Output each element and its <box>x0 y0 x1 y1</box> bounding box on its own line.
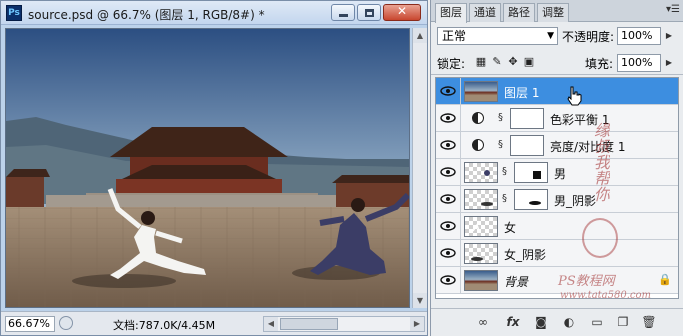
link-icon: § <box>498 112 503 123</box>
maximize-button[interactable] <box>357 4 381 21</box>
new-group-icon[interactable]: ▭ <box>589 314 605 330</box>
link-layers-icon[interactable]: ∞ <box>475 314 491 330</box>
blend-mode-select[interactable]: 正常 ▼ <box>437 27 558 45</box>
close-icon: ✕ <box>396 4 408 18</box>
layer-row[interactable]: § 男 <box>436 159 678 186</box>
vertical-scrollbar[interactable]: ▲ ▼ <box>412 28 427 308</box>
status-bar: 66.67% 文档:787.0K/4.45M ◀ ▶ <box>1 311 427 335</box>
layer-row[interactable]: § 色彩平衡 1 <box>436 105 678 132</box>
horizontal-scrollbar[interactable]: ◀ ▶ <box>263 316 425 332</box>
layer-row[interactable]: § 亮度/对比度 1 <box>436 132 678 159</box>
fill-dropdown-icon[interactable]: ▶ <box>663 54 675 72</box>
layer-name: 色彩平衡 1 <box>550 113 610 127</box>
layer-name: 亮度/对比度 1 <box>550 140 626 154</box>
layer-thumbnail <box>464 81 498 102</box>
layer-row[interactable]: 图层 1 <box>436 78 678 105</box>
delete-layer-icon[interactable]: 🗑 <box>641 314 657 330</box>
image-canvas[interactable] <box>5 28 410 308</box>
lock-all-icon[interactable]: ▣ <box>523 56 535 68</box>
lock-transparent-icon[interactable]: ▦ <box>475 56 487 68</box>
layer-name: 男 <box>554 167 567 181</box>
layers-panel: 图层 通道 路径 调整 ▾☰ 正常 ▼ 不透明度: 100% ▶ 锁定: ▦ ✎… <box>430 0 683 336</box>
hand-cursor-icon <box>567 86 582 106</box>
layer-thumbnail <box>464 243 498 264</box>
layer-row[interactable]: § 男_阴影 <box>436 186 678 213</box>
blend-mode-value: 正常 <box>442 29 467 43</box>
adjustment-layer-icon <box>472 112 484 124</box>
layer-mask-thumbnail <box>510 108 544 129</box>
layers-footer: ∞ fx ◙ ◐ ▭ ❐ 🗑 <box>431 308 683 334</box>
lock-label: 锁定: <box>437 57 466 71</box>
document-size-info: 文档:787.0K/4.45M <box>113 319 216 332</box>
layer-name: 女 <box>504 221 517 235</box>
document-titlebar[interactable]: Ps source.psd @ 66.7% (图层 1, RGB/8#) * ✕ <box>1 1 427 25</box>
photoshop-app-icon: Ps <box>6 5 22 21</box>
new-adjustment-icon[interactable]: ◐ <box>561 314 577 330</box>
layer-name: 背景 <box>504 275 529 289</box>
lock-icon: 🔒 <box>658 273 672 286</box>
lock-image-icon[interactable]: ✎ <box>491 56 503 68</box>
canvas-image <box>6 29 409 307</box>
status-info-icon[interactable] <box>59 316 73 330</box>
new-layer-icon[interactable]: ❐ <box>615 314 631 330</box>
eye-icon[interactable] <box>438 82 458 100</box>
chevron-down-icon: ▼ <box>547 31 554 41</box>
eye-icon[interactable] <box>438 271 458 289</box>
layer-name: 男_阴影 <box>554 194 597 208</box>
link-icon: § <box>498 139 503 150</box>
layer-row[interactable]: 背景 🔒 <box>436 267 678 294</box>
layer-name: 图层 1 <box>504 86 540 100</box>
layer-thumbnail <box>464 270 498 291</box>
tab-paths[interactable]: 路径 <box>503 3 535 22</box>
document-window: Ps source.psd @ 66.7% (图层 1, RGB/8#) * ✕ <box>0 0 428 336</box>
add-mask-icon[interactable]: ◙ <box>533 314 549 330</box>
layer-row[interactable]: 女_阴影 <box>436 240 678 267</box>
layer-row[interactable]: 女 <box>436 213 678 240</box>
link-icon: § <box>502 193 507 204</box>
layer-thumbnail <box>464 216 498 237</box>
lock-fill-row: 锁定: ▦ ✎ ✥ ▣ 填充: 100% ▶ <box>431 51 683 75</box>
close-button[interactable]: ✕ <box>383 4 421 21</box>
lock-position-icon[interactable]: ✥ <box>507 56 519 68</box>
layer-style-icon[interactable]: fx <box>505 314 521 330</box>
scroll-right-icon[interactable]: ▶ <box>410 317 424 331</box>
window-controls: ✕ <box>331 4 421 21</box>
layer-name: 女_阴影 <box>504 248 547 262</box>
layer-mask-thumbnail <box>510 135 544 156</box>
layer-mask-thumbnail <box>514 189 548 210</box>
tab-layers[interactable]: 图层 <box>435 3 467 23</box>
blend-opacity-row: 正常 ▼ 不透明度: 100% ▶ <box>431 24 683 48</box>
scroll-left-icon[interactable]: ◀ <box>264 317 278 331</box>
opacity-input[interactable]: 100% <box>617 27 661 45</box>
maximize-icon <box>365 9 374 17</box>
adjustment-layer-icon <box>472 139 484 151</box>
opacity-label: 不透明度: <box>562 30 615 44</box>
eye-icon[interactable] <box>438 136 458 154</box>
eye-icon[interactable] <box>438 163 458 181</box>
tab-adjustments[interactable]: 调整 <box>537 3 569 22</box>
scroll-thumb[interactable] <box>280 318 338 330</box>
eye-icon[interactable] <box>438 244 458 262</box>
opacity-dropdown-icon[interactable]: ▶ <box>663 27 675 45</box>
scroll-up-icon[interactable]: ▲ <box>413 28 427 43</box>
document-title: source.psd @ 66.7% (图层 1, RGB/8#) * <box>28 8 265 22</box>
fill-input[interactable]: 100% <box>617 54 661 72</box>
woman-shadow <box>72 274 176 288</box>
link-icon: § <box>502 166 507 177</box>
layer-thumbnail <box>464 189 498 210</box>
zoom-input[interactable]: 66.67% <box>5 316 55 332</box>
panel-menu-icon[interactable]: ▾☰ <box>666 4 680 15</box>
layer-mask-thumbnail <box>514 162 548 183</box>
eye-icon[interactable] <box>438 217 458 235</box>
layer-thumbnail <box>464 162 498 183</box>
layers-list: 图层 1 § 色彩平衡 1 § 亮度/对比度 1 § 男 § 男_阴影 女 女_… <box>435 77 679 299</box>
eye-icon[interactable] <box>438 109 458 127</box>
fill-label: 填充: <box>585 57 614 71</box>
minimize-icon <box>339 14 348 17</box>
eye-icon[interactable] <box>438 190 458 208</box>
scroll-down-icon[interactable]: ▼ <box>413 293 427 308</box>
tab-channels[interactable]: 通道 <box>469 3 501 22</box>
panel-tabs: 图层 通道 路径 调整 ▾☰ <box>431 0 683 23</box>
minimize-button[interactable] <box>331 4 355 21</box>
